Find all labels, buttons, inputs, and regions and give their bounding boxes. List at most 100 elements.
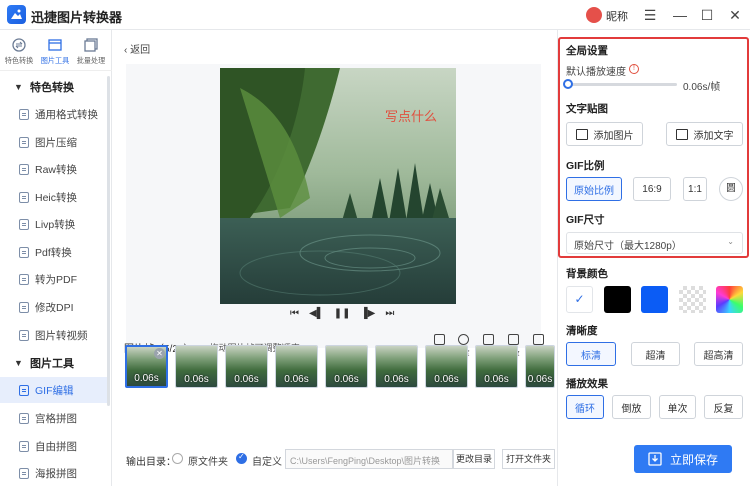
frame-duration: 0.06s (284, 374, 309, 385)
sidebar-item-raw[interactable]: Raw转换 (0, 156, 110, 182)
remove-frame-icon[interactable]: ✕ (154, 348, 165, 359)
sidebar-item-general[interactable]: 通用格式转换 (0, 101, 110, 127)
maximize-icon[interactable]: ☐ (698, 6, 716, 24)
prev-frame-icon[interactable]: ◀▌ (309, 308, 324, 319)
next-frame-icon[interactable]: ▐▶ (361, 308, 376, 319)
sidebar-item-compress[interactable]: 图片压缩 (0, 129, 110, 155)
effect-heading: 播放效果 (566, 378, 608, 390)
sidebar-item-label: 图片压缩 (35, 136, 77, 149)
effect-once-button[interactable]: 单次 (659, 395, 696, 419)
clarity-standard-button[interactable]: 标清 (566, 342, 616, 366)
frame-thumbnail[interactable]: 0.06s (325, 345, 368, 388)
frame-duration: 0.06s (434, 374, 459, 385)
document-icon (19, 108, 29, 120)
section-special[interactable]: ▼ 特色转换 (14, 79, 74, 95)
frame-thumbnail[interactable]: 0.06s (225, 345, 268, 388)
main-workspace: ‹ 返回 写点什么 ⏮ ◀▌ ❚❚ ▐▶ ⏭ (112, 30, 557, 486)
radio-custom-folder[interactable] (236, 452, 247, 464)
menu-icon[interactable]: ☰ (641, 6, 659, 24)
output-path-field[interactable]: C:\Users\FengPing\Desktop\图片转换 (285, 449, 453, 469)
bg-swatch-custom[interactable] (716, 286, 743, 313)
gif-preview-image[interactable] (220, 68, 456, 304)
button-label: 添加文字 (693, 130, 734, 142)
speed-slider-handle[interactable] (563, 79, 573, 89)
back-button[interactable]: ‹ 返回 (124, 41, 150, 56)
batch-icon (84, 38, 98, 52)
sidebar-item-dpi[interactable]: 修改DPI (0, 294, 110, 320)
effect-pingpong-button[interactable]: 反复 (704, 395, 743, 419)
sidebar-item-poster-collage[interactable]: 海报拼图 (0, 460, 110, 486)
sidebar-item-label: 自由拼图 (35, 440, 77, 453)
frame-thumbnail[interactable]: 0.06s (275, 345, 318, 388)
sidebar-item-label: Pdf转换 (35, 246, 72, 259)
pause-icon[interactable]: ❚❚ (334, 308, 351, 319)
sidebar-item-gif-edit[interactable]: GIF编辑 (0, 377, 110, 403)
sidebar-item-free-collage[interactable]: 自由拼图 (0, 433, 110, 459)
sidebar-item-pdf[interactable]: Pdf转换 (0, 239, 110, 265)
trash-icon (532, 334, 544, 345)
tab-label: 特色转换 (4, 56, 34, 65)
clarity-uhd-button[interactable]: 超高清 (694, 342, 743, 366)
document-icon (19, 136, 29, 148)
ratio-16-9-button[interactable]: 16:9 (633, 177, 671, 201)
radio-original-folder[interactable] (172, 453, 183, 464)
radio-custom-label: 自定义 (252, 457, 282, 468)
download-icon (648, 452, 662, 466)
frame-thumbnail[interactable]: 0.06s (525, 345, 555, 388)
bg-swatch-blue[interactable] (641, 286, 668, 313)
frame-duration: 0.06s (384, 374, 409, 385)
frame-duration: 0.06s (334, 374, 359, 385)
document-icon (19, 440, 29, 452)
close-icon[interactable]: ✕ (726, 6, 744, 24)
frame-thumbnail[interactable]: 0.06s (425, 345, 468, 388)
clarity-hd-button[interactable]: 超清 (631, 342, 680, 366)
avatar[interactable] (586, 7, 602, 23)
speed-slider-track[interactable] (567, 83, 677, 86)
info-icon[interactable]: ! (629, 64, 639, 74)
tab-batch[interactable]: 批量处理 (74, 38, 108, 68)
ratio-original-button[interactable]: 原始比例 (566, 177, 622, 201)
sidebar-item-livp[interactable]: Livp转换 (0, 211, 110, 237)
ratio-circle-button[interactable]: 圆 (719, 177, 743, 201)
ratio-1-1-button[interactable]: 1:1 (683, 177, 707, 201)
frame-thumbnail[interactable]: 0.06s (475, 345, 518, 388)
first-frame-icon[interactable]: ⏮ (290, 308, 299, 319)
frame-duration: 0.06s (184, 374, 209, 385)
sidebar-item-heic[interactable]: Heic转换 (0, 184, 110, 210)
gif-size-select[interactable]: 原始尺寸（最大1280p） ⌄ (566, 232, 743, 254)
button-label: 添加图片 (593, 130, 634, 142)
reverse-icon (507, 334, 519, 345)
save-button[interactable]: 立即保存 (634, 445, 732, 473)
clock-icon (457, 334, 469, 345)
add-image-button[interactable]: 添加图片 (566, 122, 643, 146)
sidebar-item-to-pdf[interactable]: 转为PDF (0, 266, 110, 292)
bg-swatch-transparent[interactable] (679, 286, 706, 313)
global-settings-heading: 全局设置 (566, 45, 608, 57)
tab-special-convert[interactable]: 特色转换 (2, 38, 36, 68)
frame-thumbnail[interactable]: ✕ 0.06s (125, 345, 168, 388)
sidebar-scrollbar[interactable] (107, 76, 110, 406)
change-dir-button[interactable]: 更改目录 (453, 449, 495, 469)
frame-thumbnail[interactable]: 0.06s (175, 345, 218, 388)
tab-image-tools[interactable]: 图片工具 (38, 38, 72, 68)
add-text-button[interactable]: 添加文字 (666, 122, 743, 146)
effect-reverse-button[interactable]: 倒放 (612, 395, 651, 419)
effect-loop-button[interactable]: 循环 (566, 395, 604, 419)
sidebar-item-to-video[interactable]: 图片转视频 (0, 322, 110, 348)
sidebar-item-grid-collage[interactable]: 宫格拼图 (0, 405, 110, 431)
minimize-icon[interactable]: — (671, 6, 689, 24)
frame-thumbnail[interactable]: 0.06s (375, 345, 418, 388)
app-logo-icon (7, 5, 26, 24)
open-folder-button[interactable]: 打开文件夹 (502, 449, 555, 469)
last-frame-icon[interactable]: ⏭ (385, 308, 394, 319)
sidebar-item-label: 海报拼图 (35, 467, 77, 480)
document-icon (19, 163, 29, 175)
text-sticker[interactable]: 写点什么 (385, 106, 437, 125)
section-tools[interactable]: ▼ 图片工具 (14, 355, 74, 371)
sidebar-item-label: Heic转换 (35, 191, 78, 204)
nickname[interactable]: 昵称 (606, 8, 628, 24)
document-icon (19, 467, 29, 479)
bg-swatch-white[interactable]: ✓ (566, 286, 593, 313)
document-icon (19, 273, 29, 285)
bg-swatch-black[interactable] (604, 286, 631, 313)
